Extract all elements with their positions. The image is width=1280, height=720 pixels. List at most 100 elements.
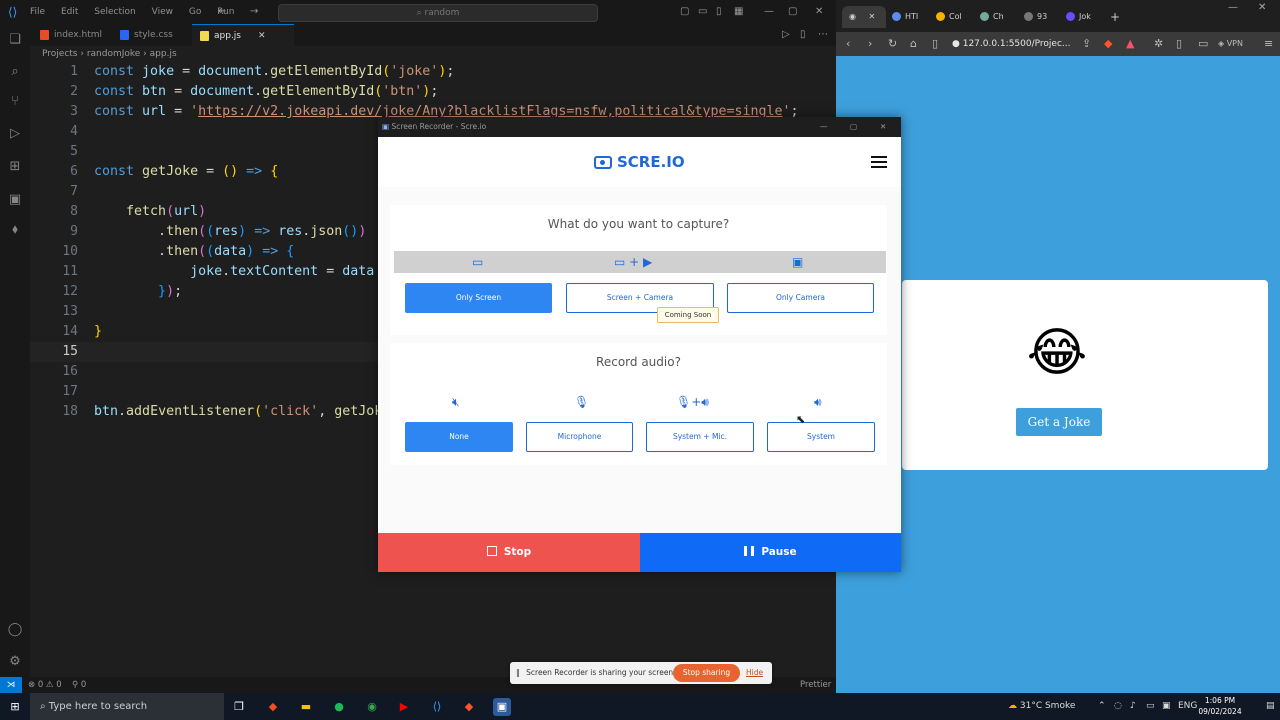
menu-item-file[interactable]: File [30,0,45,24]
breadcrumb-item[interactable]: app.js [150,49,177,59]
volume-icon[interactable]: ♪ [1130,693,1136,720]
chrome-icon[interactable]: ◉ [363,698,381,716]
sidebar-icon[interactable]: ▯ [716,0,722,24]
run-debug-icon[interactable]: ▷ [7,126,23,142]
windows-start-icon[interactable]: ⊞ [6,698,24,716]
figma-icon[interactable]: ◆ [264,698,282,716]
back-icon[interactable]: ‹ [846,36,850,52]
maximize-icon[interactable]: ▢ [850,117,857,137]
nav-back-icon[interactable]: ← [218,0,226,24]
audio-none-button[interactable]: None [405,422,513,452]
problems-status[interactable]: ⊗ 0 ⚠ 0 [28,677,62,693]
source-control-icon[interactable]: ⑂ [7,94,23,110]
spotify-icon[interactable]: ● [330,698,348,716]
stop-recording-button[interactable]: Stop [378,533,640,572]
screen-recorder-taskbar-icon[interactable]: ▣ [493,698,511,716]
breadcrumb-item[interactable]: randomJoke [87,49,141,59]
minimize-icon[interactable]: — [820,117,828,137]
wifi-icon[interactable]: ◌ [1114,693,1122,720]
minimize-icon[interactable]: — [1228,2,1238,13]
only-screen-button[interactable]: Only Screen [405,283,552,313]
youtube-icon[interactable]: ▶ [395,698,413,716]
brave-taskbar-icon[interactable]: ◆ [460,698,478,716]
vscode-taskbar-icon[interactable]: ⟨⟩ [428,698,446,716]
reload-icon[interactable]: ↻ [888,36,897,52]
hide-sharing-bar-link[interactable]: Hide [746,662,763,684]
brave-rewards-icon[interactable]: ▲ [1126,36,1134,52]
browser-tab[interactable]: Col [936,6,962,28]
sidebar-icon[interactable]: ▯ [1176,36,1182,52]
nav-forward-icon[interactable]: → [250,0,258,24]
language-indicator[interactable]: ENG [1178,693,1197,720]
vpn-button[interactable]: ◈ VPN [1218,36,1243,52]
customize-layout-icon[interactable]: ▦ [734,0,743,24]
get-joke-button[interactable]: Get a Joke [1016,408,1102,436]
task-view-icon[interactable]: ❐ [230,698,248,716]
split-editor-icon[interactable]: ▯ [800,24,806,46]
prettier-status[interactable]: Prettier [800,677,831,693]
home-icon[interactable]: ⌂ [910,36,917,52]
bookmark-icon[interactable]: ▯ [932,36,938,52]
network-icon[interactable]: ▣ [1162,693,1171,720]
audio-system-mic-button[interactable]: System + Mic. [646,422,754,452]
browser-tab-active[interactable]: ◉ ✕ [842,6,886,28]
brave-shields-icon[interactable]: ◆ [1104,36,1112,52]
menu-icon[interactable]: ≡ [1264,36,1273,52]
search-icon[interactable]: ⌕ [7,64,23,80]
url-field[interactable]: ● 127.0.0.1:5500/Projec... [952,35,1092,53]
extensions-icon[interactable]: ⊞ [7,159,23,175]
explorer-icon[interactable]: ❏ [7,32,23,48]
close-icon[interactable]: ✕ [880,117,886,137]
battery-icon[interactable]: ▭ [1146,693,1155,720]
menu-item-edit[interactable]: Edit [61,0,78,24]
close-tab-icon[interactable]: ✕ [869,12,876,21]
share-icon[interactable]: ⇪ [1082,36,1091,52]
panel-icon[interactable]: ▭ [698,0,707,24]
forward-icon[interactable]: › [868,36,872,52]
settings-gear-icon[interactable]: ⚙ [7,654,23,670]
gitlens-icon[interactable]: ⬧ [7,222,23,238]
layout-icon[interactable]: ▢ [680,0,689,24]
tab-app-js[interactable]: app.js ✕ [192,24,294,47]
browser-tab[interactable]: Jok [1066,6,1091,28]
site-info-icon[interactable]: ● [952,39,963,49]
maximize-icon[interactable]: ▢ [788,0,797,24]
new-tab-icon[interactable]: + [1110,6,1120,28]
remote-explorer-icon[interactable]: ▣ [7,192,23,208]
browser-tab[interactable]: HTI [892,6,918,28]
tray-overflow-icon[interactable]: ⌃ [1098,693,1106,720]
file-explorer-icon[interactable]: ▬ [297,698,315,716]
more-actions-icon[interactable]: ⋯ [818,24,828,46]
browser-tab[interactable]: Ch [980,6,1004,28]
audio-system-button[interactable]: System [767,422,875,452]
remote-indicator-icon[interactable]: ⋊ [0,677,22,693]
notifications-icon[interactable]: ▤ [1266,693,1275,720]
account-icon[interactable]: ◯ [7,622,23,638]
taskbar-search[interactable]: ⌕ Type here to search [30,693,224,720]
extensions-icon[interactable]: ✲ [1154,36,1163,52]
minimize-icon[interactable]: — [764,0,774,24]
drag-handle-icon[interactable]: ‖ [516,668,520,677]
menu-item-view[interactable]: View [152,0,173,24]
taskbar-clock[interactable]: 1:06 PM 09/02/2024 [1196,695,1244,717]
breadcrumb-item[interactable]: Projects [42,49,77,59]
command-center-search[interactable]: ⌕ random [278,4,598,22]
pause-recording-button[interactable]: Pause [640,533,901,572]
browser-tab[interactable]: 93 [1024,6,1047,28]
audio-microphone-button[interactable]: Microphone [526,422,633,452]
menu-item-go[interactable]: Go [189,0,201,24]
line-number: 3 [70,104,78,119]
only-camera-button[interactable]: Only Camera [727,283,874,313]
capture-icon-strip: ▭ ▭ + ▶ ▣ [394,251,886,273]
wallet-icon[interactable]: ▭ [1198,36,1208,52]
menu-item-selection[interactable]: Selection [94,0,135,24]
hamburger-menu-icon[interactable] [871,154,887,170]
run-file-icon[interactable]: ▷ [782,24,790,46]
close-icon[interactable]: ✕ [815,0,823,24]
weather-text[interactable]: 31°C Smoke [1020,701,1076,711]
close-icon[interactable]: ✕ [1258,2,1266,13]
ports-status[interactable]: ⚲ 0 [72,677,86,693]
stop-sharing-button[interactable]: Stop sharing [673,664,740,682]
url-text: 127.0.0.1:5500/Projec... [962,39,1071,49]
close-tab-icon[interactable]: ✕ [258,25,266,47]
